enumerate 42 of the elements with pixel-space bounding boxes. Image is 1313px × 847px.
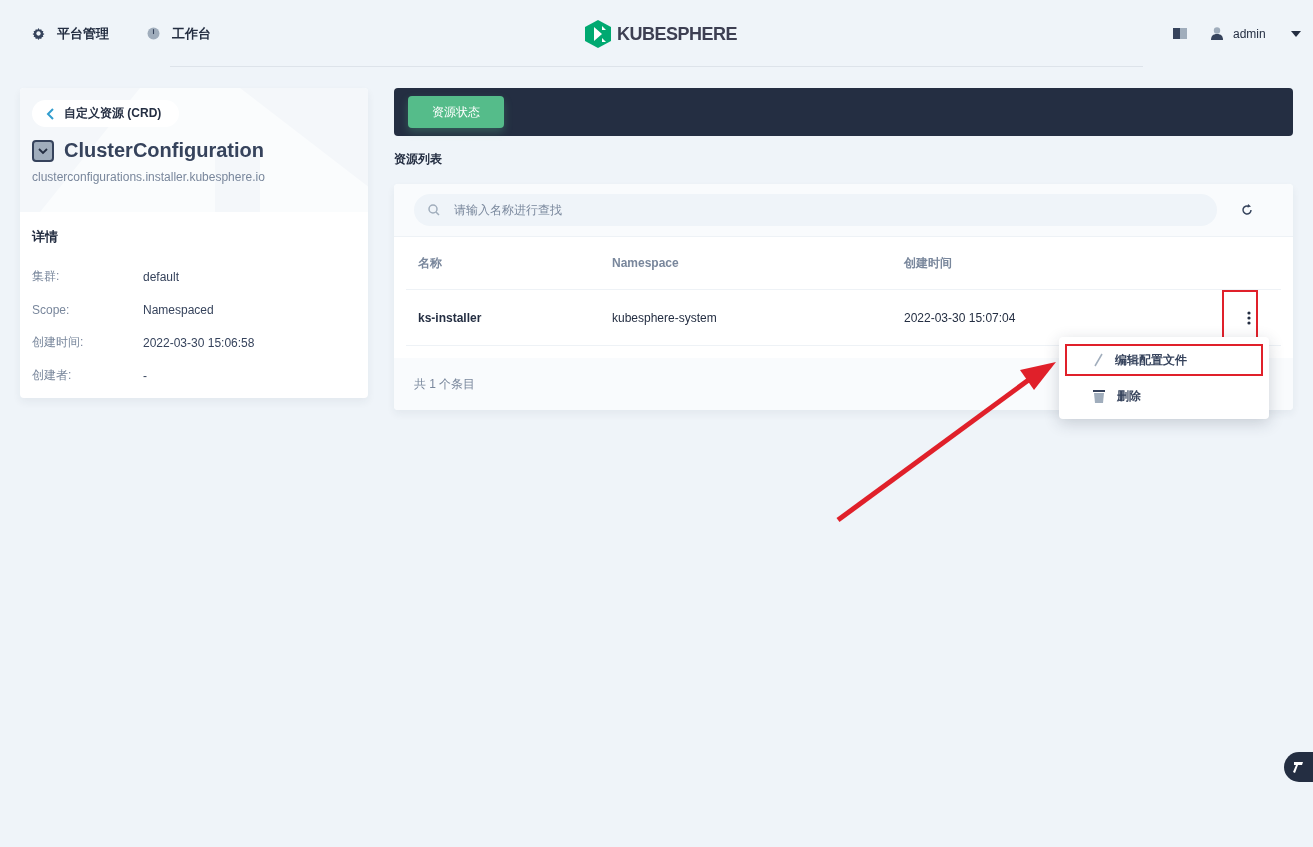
menu-item[interactable]: 编辑配置文件 — [1063, 342, 1265, 378]
table-cell-text: 2022-03-30 15:07:04 — [904, 309, 1017, 327]
resource-title: ClusterConfiguration — [64, 139, 264, 162]
crd-icon — [32, 139, 54, 162]
logo-text: KUBESPHERE — [617, 23, 738, 45]
column-header: 创建时间 — [904, 254, 953, 272]
field-label: 集群: — [32, 268, 61, 285]
toolbox-button[interactable] — [1284, 752, 1313, 782]
nav-link[interactable]: 工作台 — [147, 24, 211, 43]
dial-icon — [147, 27, 160, 40]
column-header: 名称 — [418, 254, 443, 272]
table-cell-text: kubesphere-system — [612, 309, 718, 327]
logo-icon — [585, 20, 611, 48]
item-count: 共 1 个条目 — [414, 375, 476, 393]
search-field[interactable]: 请输入名称进行查找 — [414, 194, 1217, 226]
refresh-icon[interactable] — [1241, 204, 1253, 216]
list-title: 资源列表 — [394, 151, 443, 168]
resource-subtitle: clusterconfigurations.installer.kubesphere.io — [32, 170, 266, 184]
field-value: default — [143, 269, 181, 284]
more-icon — [1247, 310, 1251, 325]
nav-link[interactable]: 平台管理 — [32, 24, 109, 43]
field-value: 2022-03-30 15:06:58 — [143, 335, 256, 350]
column-header: Namespace — [612, 255, 680, 272]
user-icon — [1211, 27, 1223, 40]
hammer-icon — [1292, 760, 1304, 774]
field-value: Namespaced — [143, 302, 215, 317]
section-title: 详情 — [32, 228, 59, 246]
field-label: Scope: — [32, 302, 71, 317]
caret-icon — [1291, 30, 1301, 37]
book-icon[interactable] — [1173, 28, 1187, 39]
user-menu[interactable]: admin — [1211, 26, 1301, 41]
table-cell-text: ks-installer — [418, 309, 483, 327]
menu-item[interactable]: 删除 — [1063, 378, 1265, 414]
field-label: 创建者: — [32, 367, 73, 384]
field-value: - — [143, 368, 148, 383]
pencil-icon — [1093, 353, 1103, 367]
gear-icon — [32, 27, 45, 40]
trash-icon — [1093, 389, 1105, 403]
back-link[interactable]: 自定义资源 (CRD) — [32, 100, 180, 127]
search-icon — [428, 204, 440, 216]
field-label: 创建时间: — [32, 334, 85, 351]
chevron-left-icon — [46, 107, 54, 120]
